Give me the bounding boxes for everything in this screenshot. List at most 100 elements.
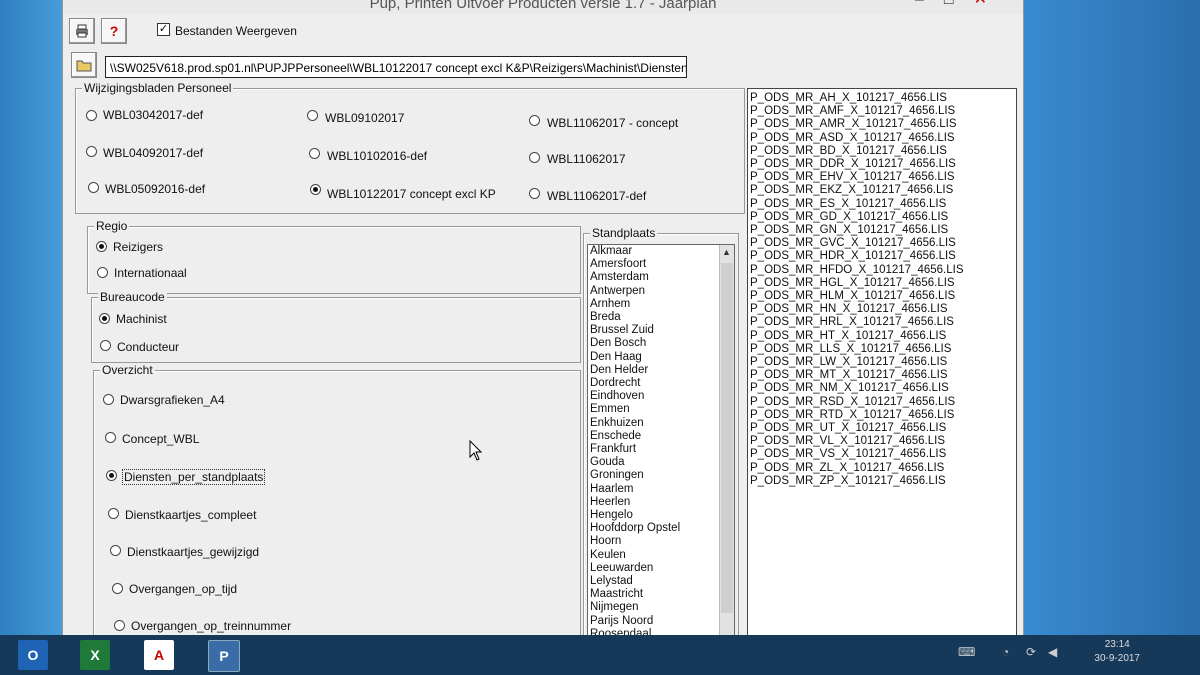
overzicht-radio-0[interactable] bbox=[103, 394, 114, 405]
wbl-radio-1[interactable] bbox=[86, 146, 97, 157]
standplaats-item[interactable]: Den Bosch bbox=[588, 337, 734, 350]
standplaats-item[interactable]: Hoofddorp Opstel bbox=[588, 522, 734, 535]
file-item[interactable]: P_ODS_MR_GD_X_101217_4656.LIS bbox=[748, 211, 1016, 224]
standplaats-item[interactable]: Alkmaar bbox=[588, 245, 734, 258]
regio-radio-reizigers[interactable] bbox=[96, 241, 107, 252]
standplaats-item[interactable]: Hoorn bbox=[588, 535, 734, 548]
standplaats-item[interactable]: Leeuwarden bbox=[588, 562, 734, 575]
file-item[interactable]: P_ODS_MR_GN_X_101217_4656.LIS bbox=[748, 224, 1016, 237]
wbl-radio-8[interactable] bbox=[529, 188, 540, 199]
file-item[interactable]: P_ODS_MR_HGL_X_101217_4656.LIS bbox=[748, 277, 1016, 290]
wbl-radio-7[interactable] bbox=[529, 152, 540, 163]
standplaats-item[interactable]: Arnhem bbox=[588, 298, 734, 311]
volume-icon[interactable]: ◀ bbox=[1048, 645, 1057, 659]
file-item[interactable]: P_ODS_MR_VS_X_101217_4656.LIS bbox=[748, 448, 1016, 461]
file-item[interactable]: P_ODS_MR_RSD_X_101217_4656.LIS bbox=[748, 396, 1016, 409]
acrobat-icon[interactable]: A bbox=[144, 640, 174, 670]
wbl-radio-5[interactable] bbox=[310, 184, 321, 195]
show-files-checkbox[interactable]: ✓ bbox=[157, 23, 170, 36]
file-item[interactable]: P_ODS_MR_EHV_X_101217_4656.LIS bbox=[748, 171, 1016, 184]
standplaats-item[interactable]: Gouda bbox=[588, 456, 734, 469]
window-controls[interactable]: –□✕ bbox=[915, 0, 1007, 8]
file-item[interactable]: P_ODS_MR_BD_X_101217_4656.LIS bbox=[748, 145, 1016, 158]
help-button[interactable]: ? bbox=[101, 18, 127, 44]
file-item[interactable]: P_ODS_MR_MT_X_101217_4656.LIS bbox=[748, 369, 1016, 382]
open-folder-button[interactable] bbox=[71, 52, 97, 78]
standplaats-item[interactable]: Nijmegen bbox=[588, 601, 734, 614]
overzicht-radio-6[interactable] bbox=[114, 620, 125, 631]
file-item[interactable]: P_ODS_MR_AMF_X_101217_4656.LIS bbox=[748, 105, 1016, 118]
file-item[interactable]: P_ODS_MR_HRL_X_101217_4656.LIS bbox=[748, 316, 1016, 329]
standplaats-item[interactable]: Brussel Zuid bbox=[588, 324, 734, 337]
file-item[interactable]: P_ODS_MR_AMR_X_101217_4656.LIS bbox=[748, 118, 1016, 131]
file-item[interactable]: P_ODS_MR_LW_X_101217_4656.LIS bbox=[748, 356, 1016, 369]
file-item[interactable]: P_ODS_MR_EKZ_X_101217_4656.LIS bbox=[748, 184, 1016, 197]
standplaats-item[interactable]: Haarlem bbox=[588, 483, 734, 496]
file-item[interactable]: P_ODS_MR_NM_X_101217_4656.LIS bbox=[748, 382, 1016, 395]
standplaats-item[interactable]: Hengelo bbox=[588, 509, 734, 522]
standplaats-item[interactable]: Eindhoven bbox=[588, 390, 734, 403]
minimize-button[interactable]: – bbox=[915, 0, 944, 8]
file-item[interactable]: P_ODS_MR_HT_X_101217_4656.LIS bbox=[748, 330, 1016, 343]
file-item[interactable]: P_ODS_MR_AH_X_101217_4656.LIS bbox=[748, 92, 1016, 105]
wbl-radio-3[interactable] bbox=[307, 110, 318, 121]
keyboard-icon[interactable]: ⌨ bbox=[958, 645, 975, 659]
standplaats-item[interactable]: Den Haag bbox=[588, 351, 734, 364]
maximize-button[interactable]: □ bbox=[944, 0, 974, 8]
file-item[interactable]: P_ODS_MR_DDR_X_101217_4656.LIS bbox=[748, 158, 1016, 171]
file-item[interactable]: P_ODS_MR_UT_X_101217_4656.LIS bbox=[748, 422, 1016, 435]
overzicht-radio-2[interactable] bbox=[106, 470, 117, 481]
standplaats-item[interactable]: Antwerpen bbox=[588, 285, 734, 298]
standplaats-item[interactable]: Lelystad bbox=[588, 575, 734, 588]
standplaats-item[interactable]: Dordrecht bbox=[588, 377, 734, 390]
network-icon[interactable]: ◔ bbox=[1002, 645, 1009, 659]
standplaats-item[interactable]: Heerlen bbox=[588, 496, 734, 509]
standplaats-item[interactable]: Groningen bbox=[588, 469, 734, 482]
bureaucode-radio-machinist[interactable] bbox=[99, 313, 110, 324]
file-item[interactable]: P_ODS_MR_ES_X_101217_4656.LIS bbox=[748, 198, 1016, 211]
file-item[interactable]: P_ODS_MR_HFDO_X_101217_4656.LIS bbox=[748, 264, 1016, 277]
standplaats-item[interactable]: Enkhuizen bbox=[588, 417, 734, 430]
file-item[interactable]: P_ODS_MR_HDR_X_101217_4656.LIS bbox=[748, 250, 1016, 263]
overzicht-radio-1[interactable] bbox=[105, 432, 116, 443]
standplaats-item[interactable]: Enschede bbox=[588, 430, 734, 443]
file-item[interactable]: P_ODS_MR_ZP_X_101217_4656.LIS bbox=[748, 475, 1016, 488]
standplaats-list[interactable]: Alkmaar Amersfoort Amsterdam Antwerpen Arnhe… bbox=[587, 244, 735, 640]
sync-icon[interactable]: ⟳ bbox=[1026, 645, 1036, 659]
files-list[interactable]: P_ODS_MR_AH_X_101217_4656.LIS P_ODS_MR_AM… bbox=[747, 88, 1017, 642]
file-item[interactable]: P_ODS_MR_HN_X_101217_4656.LIS bbox=[748, 303, 1016, 316]
outlook-icon[interactable]: O bbox=[18, 640, 48, 670]
pup-app-icon[interactable]: P bbox=[208, 640, 240, 672]
overzicht-radio-5[interactable] bbox=[112, 583, 123, 594]
regio-radio-internationaal[interactable] bbox=[97, 267, 108, 278]
standplaats-item[interactable]: Emmen bbox=[588, 403, 734, 416]
excel-icon[interactable]: X bbox=[80, 640, 110, 670]
file-item[interactable]: P_ODS_MR_LLS_X_101217_4656.LIS bbox=[748, 343, 1016, 356]
standplaats-item[interactable]: Den Helder bbox=[588, 364, 734, 377]
wbl-radio-6[interactable] bbox=[529, 115, 540, 126]
file-item[interactable]: P_ODS_MR_VL_X_101217_4656.LIS bbox=[748, 435, 1016, 448]
clock[interactable]: 23:14 30-9-2017 bbox=[1094, 638, 1140, 666]
standplaats-item[interactable]: Amersfoort bbox=[588, 258, 734, 271]
file-item[interactable]: P_ODS_MR_GVC_X_101217_4656.LIS bbox=[748, 237, 1016, 250]
close-button[interactable]: ✕ bbox=[974, 0, 1007, 8]
print-button[interactable] bbox=[69, 18, 95, 44]
standplaats-item[interactable]: Frankfurt bbox=[588, 443, 734, 456]
path-field[interactable]: \\SW025V618.prod.sp01.nl\PUPJPPersoneel\… bbox=[105, 56, 687, 78]
wbl-radio-2[interactable] bbox=[88, 182, 99, 193]
standplaats-item[interactable]: Amsterdam bbox=[588, 271, 734, 284]
file-item[interactable]: P_ODS_MR_HLM_X_101217_4656.LIS bbox=[748, 290, 1016, 303]
file-item[interactable]: P_ODS_MR_ZL_X_101217_4656.LIS bbox=[748, 462, 1016, 475]
standplaats-item[interactable]: Parijs Noord bbox=[588, 615, 734, 628]
standplaats-scrollbar[interactable]: ▲ bbox=[719, 245, 734, 639]
scroll-thumb[interactable] bbox=[721, 263, 733, 613]
scroll-up-icon[interactable]: ▲ bbox=[722, 247, 731, 257]
file-item[interactable]: P_ODS_MR_RTD_X_101217_4656.LIS bbox=[748, 409, 1016, 422]
file-item[interactable]: P_ODS_MR_ASD_X_101217_4656.LIS bbox=[748, 132, 1016, 145]
wbl-radio-0[interactable] bbox=[86, 110, 97, 121]
standplaats-item[interactable]: Keulen bbox=[588, 549, 734, 562]
standplaats-item[interactable]: Breda bbox=[588, 311, 734, 324]
standplaats-item[interactable]: Maastricht bbox=[588, 588, 734, 601]
overzicht-radio-4[interactable] bbox=[110, 545, 121, 556]
overzicht-radio-3[interactable] bbox=[108, 508, 119, 519]
